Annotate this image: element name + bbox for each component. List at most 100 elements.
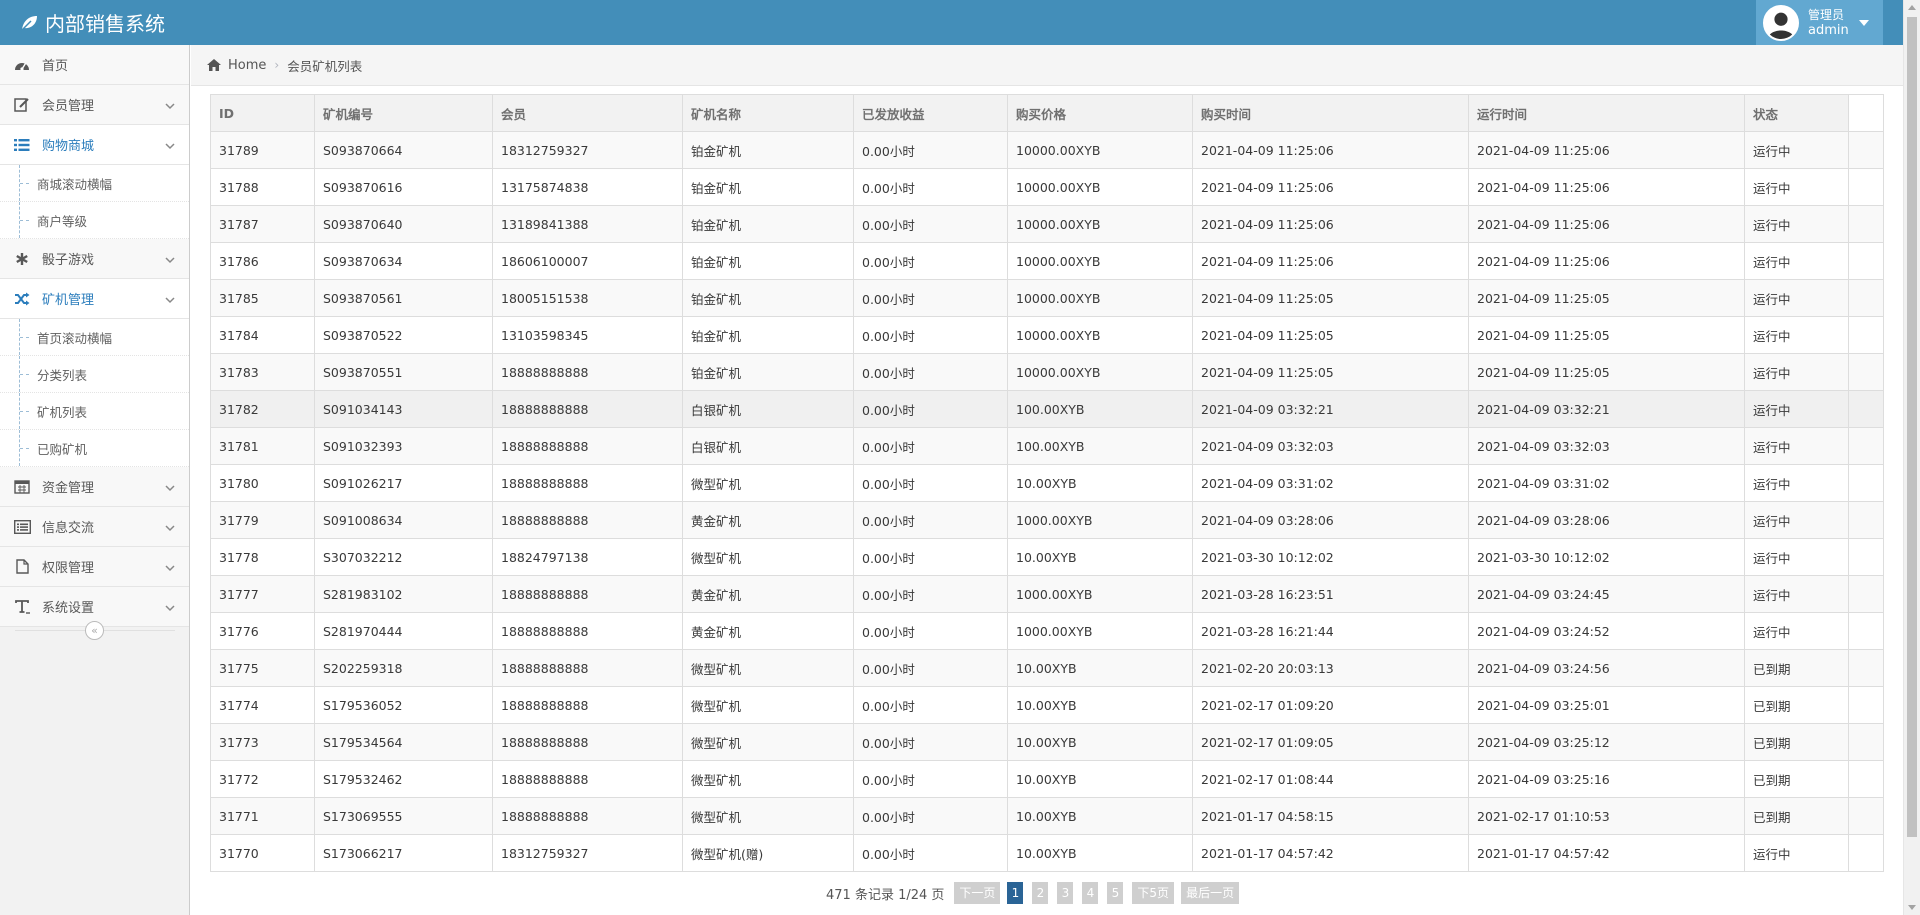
page-number-button[interactable]: 4 bbox=[1082, 882, 1099, 904]
table-cell: 100.00XYB bbox=[1007, 390, 1193, 428]
table-cell: 0.00小时 bbox=[853, 538, 1008, 576]
table-row[interactable]: 31783 S093870551 18888888888 铂金矿机 0.00小时 1000… bbox=[210, 353, 1884, 391]
table-cell: 10000.00XYB bbox=[1007, 131, 1193, 169]
table-row[interactable]: 31772 S179532462 18888888888 微型矿机 0.00小时 10.0… bbox=[210, 760, 1884, 798]
column-header: 购买时间 bbox=[1192, 94, 1469, 132]
page-number-button[interactable]: 2 bbox=[1032, 882, 1049, 904]
prev-page-button[interactable]: 下一页 bbox=[954, 882, 1001, 904]
table-cell: 31772 bbox=[210, 760, 315, 798]
table-row[interactable]: 31775 S202259318 18888888888 微型矿机 0.00小时 10.0… bbox=[210, 649, 1884, 687]
table-cell: 2021-03-30 10:12:02 bbox=[1192, 538, 1469, 576]
table-row[interactable]: 31770 S173066217 18312759327 微型矿机(赠) 0.00小时 1… bbox=[210, 834, 1884, 872]
scroll-down-arrow-icon[interactable] bbox=[1908, 905, 1916, 910]
page-number-button[interactable]: 1 bbox=[1007, 882, 1024, 904]
table-cell: 运行中 bbox=[1744, 834, 1849, 872]
table-cell: 2021-04-09 11:25:05 bbox=[1468, 316, 1745, 354]
table-row[interactable]: 31774 S179536052 18888888888 微型矿机 0.00小时 10.0… bbox=[210, 686, 1884, 724]
table-row[interactable]: 31777 S281983102 18888888888 黄金矿机 0.00小时 1000… bbox=[210, 575, 1884, 613]
table-cell: 18888888888 bbox=[492, 464, 683, 502]
table-row[interactable]: 31784 S093870522 13103598345 铂金矿机 0.00小时 1000… bbox=[210, 316, 1884, 354]
table-cell: 31774 bbox=[210, 686, 315, 724]
table-row[interactable]: 31787 S093870640 13189841388 铂金矿机 0.00小时 1000… bbox=[210, 205, 1884, 243]
table-cell: 2021-04-09 03:32:21 bbox=[1468, 390, 1745, 428]
table-row[interactable]: 31778 S307032212 18824797138 微型矿机 0.00小时 10.0… bbox=[210, 538, 1884, 576]
sidebar-item-6[interactable]: 信息交流 bbox=[0, 507, 189, 547]
table-cell: 18888888888 bbox=[492, 760, 683, 798]
caret-down-icon bbox=[1858, 19, 1869, 26]
vertical-scrollbar[interactable] bbox=[1903, 0, 1920, 915]
sidebar-subitem[interactable]: 商城滚动横幅 bbox=[0, 165, 189, 202]
table-cell: 18312759327 bbox=[492, 834, 683, 872]
table-cell: 2021-04-09 03:24:56 bbox=[1468, 649, 1745, 687]
table-cell: 10.00XYB bbox=[1007, 723, 1193, 761]
list-icon bbox=[12, 138, 32, 152]
app-brand[interactable]: 内部销售系统 bbox=[18, 0, 165, 45]
column-header: 会员 bbox=[492, 94, 683, 132]
sidebar-item-4[interactable]: 矿机管理 bbox=[0, 279, 189, 319]
last-page-button[interactable]: 最后一页 bbox=[1181, 882, 1240, 904]
next-five-pages-button[interactable]: 下5页 bbox=[1132, 882, 1175, 904]
table-row[interactable]: 31773 S179534564 18888888888 微型矿机 0.00小时 10.0… bbox=[210, 723, 1884, 761]
table-cell: 2021-04-09 03:32:03 bbox=[1192, 427, 1469, 465]
table-cell-blank bbox=[1848, 427, 1884, 465]
table-cell: 18888888888 bbox=[492, 723, 683, 761]
home-icon bbox=[206, 58, 222, 72]
table-cell: 10.00XYB bbox=[1007, 834, 1193, 872]
table-cell: 13189841388 bbox=[492, 205, 683, 243]
table-cell: 10.00XYB bbox=[1007, 686, 1193, 724]
table-row[interactable]: 31789 S093870664 18312759327 铂金矿机 0.00小时 1000… bbox=[210, 131, 1884, 169]
table-cell: 10.00XYB bbox=[1007, 538, 1193, 576]
table-row[interactable]: 31782 S091034143 18888888888 白银矿机 0.00小时 100.… bbox=[210, 390, 1884, 428]
sidebar-item-label: 权限管理 bbox=[42, 561, 95, 576]
table-cell: 微型矿机 bbox=[682, 723, 854, 761]
breadcrumb-home[interactable]: Home bbox=[228, 58, 266, 73]
sidebar-subitem[interactable]: 已购矿机 bbox=[0, 430, 189, 467]
sidebar-item-3[interactable]: 骰子游戏 bbox=[0, 239, 189, 279]
table-row[interactable]: 31771 S173069555 18888888888 微型矿机 0.00小时 10.0… bbox=[210, 797, 1884, 835]
table-cell-blank bbox=[1848, 612, 1884, 650]
column-header-blank bbox=[1848, 94, 1884, 132]
table-row[interactable]: 31779 S091008634 18888888888 黄金矿机 0.00小时 1000… bbox=[210, 501, 1884, 539]
table-row[interactable]: 31776 S281970444 18888888888 黄金矿机 0.00小时 1000… bbox=[210, 612, 1884, 650]
table-cell: 白银矿机 bbox=[682, 427, 854, 465]
sidebar-item-0[interactable]: 首页 bbox=[0, 45, 189, 85]
sidebar-item-2[interactable]: 购物商城 bbox=[0, 125, 189, 165]
chevron-down-icon bbox=[165, 139, 175, 154]
table-cell: 18888888888 bbox=[492, 797, 683, 835]
sidebar-item-7[interactable]: 权限管理 bbox=[0, 547, 189, 587]
user-role: 管理员 bbox=[1808, 7, 1845, 22]
sidebar-subitem[interactable]: 首页滚动横幅 bbox=[0, 319, 189, 356]
table-cell-blank bbox=[1848, 316, 1884, 354]
page-number-button[interactable]: 3 bbox=[1057, 882, 1074, 904]
user-menu[interactable]: 管理员 admin bbox=[1756, 0, 1883, 45]
table-cell: 运行中 bbox=[1744, 316, 1849, 354]
table-cell: 2021-04-09 11:25:06 bbox=[1468, 131, 1745, 169]
table-cell: 2021-04-09 03:31:02 bbox=[1468, 464, 1745, 502]
table-cell: 2021-04-09 03:31:02 bbox=[1192, 464, 1469, 502]
table-cell: 10000.00XYB bbox=[1007, 353, 1193, 391]
sidebar-subitem[interactable]: 商户等级 bbox=[0, 202, 189, 239]
table-row[interactable]: 31780 S091026217 18888888888 微型矿机 0.00小时 10.0… bbox=[210, 464, 1884, 502]
table-cell: 2021-04-09 03:25:12 bbox=[1468, 723, 1745, 761]
page-number-button[interactable]: 5 bbox=[1107, 882, 1124, 904]
table-cell: 10000.00XYB bbox=[1007, 242, 1193, 280]
scrollbar-thumb[interactable] bbox=[1907, 17, 1917, 837]
table-cell-blank bbox=[1848, 168, 1884, 206]
sidebar-item-1[interactable]: 会员管理 bbox=[0, 85, 189, 125]
table-row[interactable]: 31786 S093870634 18606100007 铂金矿机 0.00小时 1000… bbox=[210, 242, 1884, 280]
sidebar-subitem[interactable]: 矿机列表 bbox=[0, 393, 189, 430]
sidebar-item-5[interactable]: 资金管理 bbox=[0, 467, 189, 507]
double-angle-left-icon[interactable]: « bbox=[85, 621, 104, 640]
table-cell: 铂金矿机 bbox=[682, 353, 854, 391]
table-cell: 2021-04-09 03:25:16 bbox=[1468, 760, 1745, 798]
table-cell: 31780 bbox=[210, 464, 315, 502]
sidebar-subitem[interactable]: 分类列表 bbox=[0, 356, 189, 393]
asterisk-icon bbox=[12, 252, 32, 266]
table-row[interactable]: 31781 S091032393 18888888888 白银矿机 0.00小时 100.… bbox=[210, 427, 1884, 465]
table-cell: 运行中 bbox=[1744, 612, 1849, 650]
table-cell: 31784 bbox=[210, 316, 315, 354]
table-row[interactable]: 31785 S093870561 18005151538 铂金矿机 0.00小时 1000… bbox=[210, 279, 1884, 317]
table-cell: 运行中 bbox=[1744, 427, 1849, 465]
table-row[interactable]: 31788 S093870616 13175874838 铂金矿机 0.00小时 1000… bbox=[210, 168, 1884, 206]
scroll-up-arrow-icon[interactable] bbox=[1908, 5, 1916, 10]
